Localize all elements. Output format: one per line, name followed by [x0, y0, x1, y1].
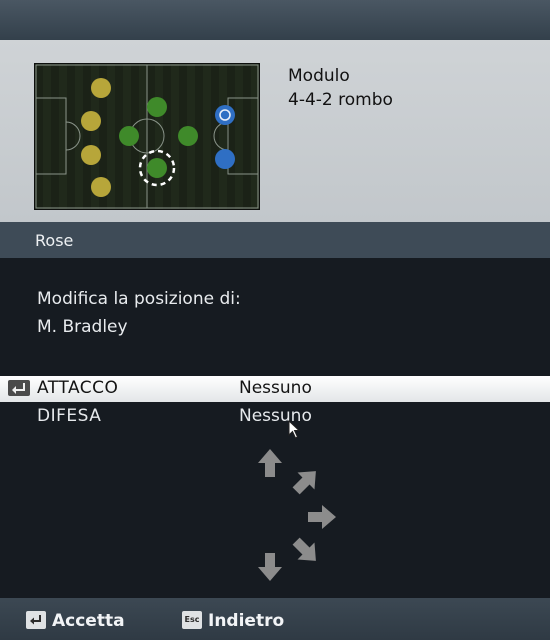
- player-marker-yellow: [81, 145, 101, 165]
- player-marker-yellow: [91, 78, 111, 98]
- instruction-line: Modifica la posizione di:: [37, 289, 241, 309]
- arrow-up-icon: [258, 449, 282, 477]
- enter-key-icon: [8, 380, 30, 396]
- direction-arrows: [258, 449, 336, 581]
- enter-key-icon: [26, 611, 46, 629]
- player-marker-yellow: [91, 177, 111, 197]
- module-label: Modulo: [288, 66, 350, 86]
- option-row-difesa[interactable]: DIFESA Nessuno: [0, 404, 550, 430]
- top-bar: [0, 0, 550, 40]
- player-marker-green: [119, 126, 139, 146]
- arrow-down-right-icon: [292, 537, 316, 561]
- player-marker-green: [178, 126, 198, 146]
- arrow-up-right-icon: [292, 471, 316, 495]
- mouse-pointer-icon: [288, 420, 301, 439]
- arrow-down-icon: [258, 553, 282, 581]
- module-value: 4-4-2 rombo: [288, 90, 393, 110]
- accept-button[interactable]: Accetta: [52, 611, 125, 631]
- arrow-right-icon: [308, 505, 336, 529]
- instruction-text: Modifica la posizione di: M. Bradley: [37, 285, 241, 341]
- player-marker-blue: [215, 149, 235, 169]
- formation-pitch: [34, 63, 260, 210]
- section-title: Rose: [35, 231, 74, 250]
- back-button[interactable]: Indietro: [208, 611, 284, 631]
- section-header: [0, 222, 550, 258]
- esc-key-icon: Esc: [182, 611, 202, 629]
- player-marker-green-selected: [147, 158, 167, 178]
- player-marker-green: [147, 97, 167, 117]
- player-marker-blue-captain: [215, 105, 235, 125]
- player-marker-yellow: [81, 111, 101, 131]
- option-row-attacco[interactable]: ATTACCO Nessuno: [0, 376, 550, 402]
- formation-info: Modulo 4-4-2 rombo: [288, 64, 393, 112]
- option-label: DIFESA: [37, 406, 102, 426]
- player-name: M. Bradley: [37, 317, 128, 337]
- option-label: ATTACCO: [37, 378, 119, 398]
- option-value: Nessuno: [239, 378, 312, 398]
